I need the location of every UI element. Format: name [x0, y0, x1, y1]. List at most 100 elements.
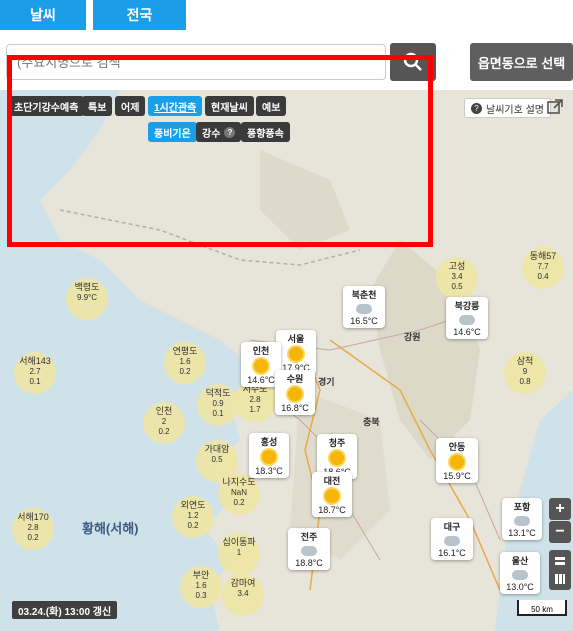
station-value: NaN [230, 488, 247, 497]
minus-icon: − [555, 523, 565, 540]
filter-forecast[interactable]: 예보 [256, 96, 287, 116]
update-timestamp: 03.24.(화) 13:00 갱신 [12, 601, 118, 619]
sun-icon [262, 450, 276, 464]
station-value: 9 [522, 367, 528, 376]
filter-current-weather[interactable]: 현재날씨 [205, 96, 254, 116]
card-temp: 18.7°C [318, 505, 346, 515]
station-value: 0.4 [537, 272, 549, 281]
filter-hourly-obs[interactable]: 1시간관측 [148, 96, 203, 116]
card-name: 전주 [300, 532, 318, 542]
cloud-icon [356, 304, 372, 314]
station-marker[interactable]: 동해57 7.7 0.4 [522, 247, 564, 289]
card-name: 청주 [328, 438, 346, 448]
weather-card[interactable]: 포항 13.1°C [502, 498, 542, 540]
station-value: 0.2 [187, 521, 199, 530]
weather-card[interactable]: 전주 18.8°C [288, 528, 330, 570]
card-temp: 16.8°C [281, 403, 309, 413]
zoom-out-button[interactable]: − [549, 521, 571, 543]
card-name: 수원 [286, 374, 304, 384]
cloud-icon [459, 315, 475, 325]
station-marker[interactable]: 서해170 2.8 0.2 [12, 508, 54, 550]
layers-icon [555, 557, 565, 565]
weather-map[interactable]: 초단기강수예측 특보 어제 1시간관측 현재날씨 예보 풍비기온 강수 ? 풍향… [0, 90, 573, 631]
station-marker[interactable]: 서해143 2.7 0.1 [14, 352, 56, 394]
filter-warnings[interactable]: 특보 [82, 96, 113, 116]
station-value: 0.2 [158, 427, 170, 436]
station-value: 0.1 [29, 377, 41, 386]
search-input[interactable] [6, 44, 386, 80]
station-value: 0.8 [519, 377, 531, 386]
station-value: 0.3 [195, 591, 207, 600]
filter-wind[interactable]: 풍향풍속 [241, 122, 290, 142]
station-name: 덕적도 [205, 388, 231, 398]
station-name: 고성 [448, 261, 466, 271]
card-name: 서울 [287, 334, 305, 344]
station-name: 동해57 [529, 251, 557, 261]
station-value: 1.6 [195, 581, 207, 590]
card-temp: 18.3°C [255, 466, 283, 476]
weather-card[interactable]: 대전 18.7°C [312, 472, 352, 517]
station-marker[interactable]: 고성 3.4 0.5 [436, 257, 478, 299]
station-marker[interactable]: 삼척 9 0.8 [504, 352, 546, 394]
station-value: 2.8 [27, 523, 39, 532]
filter-precipitation[interactable]: 강수 ? [196, 122, 242, 142]
weather-card[interactable]: 북춘천 16.5°C [343, 286, 385, 328]
station-value: 3.4 [237, 589, 249, 598]
filter-yesterday[interactable]: 어제 [115, 96, 146, 116]
tab-weather[interactable]: 날씨 [0, 0, 86, 30]
filter-nowcast[interactable]: 초단기강수예측 [8, 96, 85, 116]
open-external-button[interactable] [545, 97, 565, 117]
sun-icon [325, 489, 339, 503]
station-marker[interactable]: 십이동파 1 [218, 533, 260, 575]
station-value: 0.2 [179, 367, 191, 376]
sun-icon [330, 451, 344, 465]
sun-icon [450, 455, 464, 469]
card-name: 대전 [323, 476, 341, 486]
station-name: 서해170 [17, 512, 49, 522]
station-marker[interactable]: 연평도 1.6 0.2 [164, 342, 206, 384]
legend-button[interactable]: ? 날씨기호 설명 [464, 98, 551, 118]
help-icon: ? [224, 126, 236, 138]
card-temp: 14.6°C [453, 327, 481, 337]
station-name: 연평도 [172, 346, 198, 356]
station-marker[interactable]: 인천 2 0.2 [143, 402, 185, 444]
weather-card[interactable]: 대구 16.1°C [431, 518, 473, 560]
station-value: 9.9°C [76, 293, 98, 302]
weather-card[interactable]: 북강릉 14.6°C [446, 297, 488, 339]
columns-icon [555, 574, 565, 584]
filter-precipitation-label: 강수 [202, 128, 221, 140]
region-select-button[interactable]: 읍면동으로 선택 [470, 43, 573, 81]
card-name: 북강릉 [454, 301, 480, 311]
filter-temperature[interactable]: 풍비기온 [148, 122, 197, 142]
sea-label: 황해(서해) [82, 521, 139, 536]
weather-card[interactable]: 서울 17.9°C [276, 330, 316, 375]
weather-card[interactable]: 홍성 18.3°C [249, 433, 289, 478]
place-label: 강원 [404, 332, 421, 342]
weather-card[interactable]: 수원 16.8°C [275, 370, 315, 415]
weather-card[interactable]: 울산 13.0°C [500, 552, 540, 594]
map-tool-button[interactable] [549, 568, 571, 590]
card-name: 인천 [252, 346, 270, 356]
weather-card[interactable]: 안동 15.9°C [436, 438, 478, 483]
station-marker[interactable]: 덕적도 0.9 0.1 [197, 384, 239, 426]
station-name: 부안 [192, 570, 210, 580]
sun-icon [289, 347, 303, 361]
zoom-in-button[interactable]: + [549, 498, 571, 520]
station-value: 1.6 [179, 357, 191, 366]
station-marker[interactable]: 외연도 1.2 0.2 [172, 496, 214, 538]
search-button[interactable] [390, 43, 436, 81]
help-icon: ? [471, 102, 482, 114]
card-name: 울산 [511, 556, 529, 566]
station-marker[interactable]: 백령도 9.9°C [66, 278, 108, 320]
card-temp: 18.8°C [295, 558, 323, 568]
station-value: 7.7 [537, 262, 549, 271]
station-marker[interactable]: 나지수도 NaN 0.2 [218, 473, 260, 515]
station-marker[interactable]: 부안 1.6 0.3 [180, 566, 222, 608]
cloud-icon [512, 570, 528, 580]
tab-nationwide[interactable]: 전국 [93, 0, 186, 30]
sun-icon [254, 359, 268, 373]
station-value: 0.5 [211, 455, 223, 464]
station-marker[interactable]: 감마여 3.4 [222, 574, 264, 616]
legend-label: 날씨기호 설명 [486, 104, 544, 116]
external-link-icon [547, 99, 563, 114]
